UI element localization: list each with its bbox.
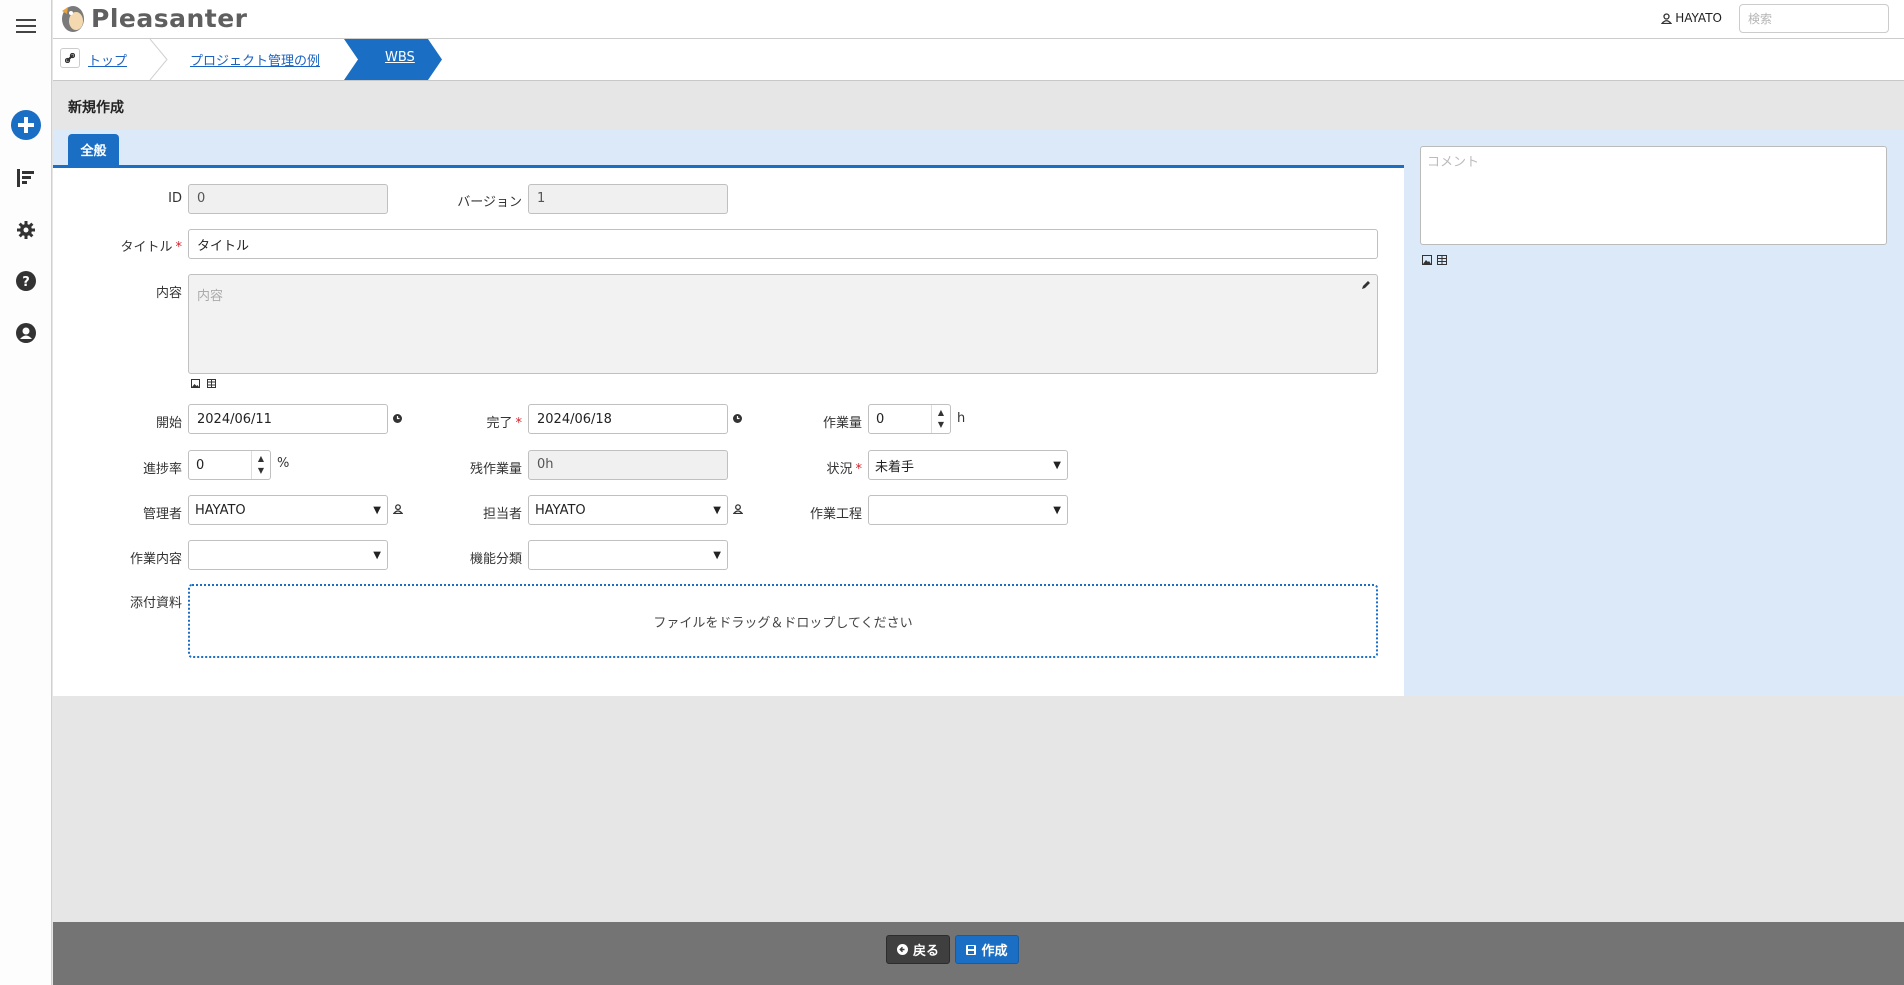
- back-label: 戻る: [912, 944, 939, 959]
- progress-label: 進捗率: [142, 462, 182, 477]
- create-label: 作成: [981, 944, 1008, 959]
- link-icon[interactable]: [60, 48, 80, 68]
- work-content-select[interactable]: ▼: [188, 540, 388, 570]
- progress-stepper[interactable]: 0 ▲ ▼: [188, 450, 271, 480]
- help-icon[interactable]: ?: [11, 266, 41, 296]
- remaining-field: 0h: [528, 450, 728, 480]
- manager-select[interactable]: HAYATO ▼: [188, 495, 388, 525]
- back-arrow-icon: [896, 944, 908, 955]
- comment-panel: [1404, 130, 1904, 696]
- sort-list-icon[interactable]: [11, 163, 41, 193]
- attachments-label: 添付資料: [129, 596, 182, 611]
- menu-icon[interactable]: [11, 11, 41, 41]
- image-icon[interactable]: [1422, 255, 1432, 265]
- status-label: 状況 *: [826, 462, 862, 477]
- chevron-down-icon: ▼: [713, 504, 721, 516]
- manager-label: 管理者: [142, 507, 182, 522]
- breadcrumb-current[interactable]: WBS: [385, 50, 415, 65]
- process-select[interactable]: ▼: [868, 495, 1068, 525]
- start-label: 開始: [155, 416, 182, 431]
- chevron-down-icon: ▼: [1053, 459, 1061, 471]
- svg-text:?: ?: [22, 275, 30, 290]
- gear-icon[interactable]: [11, 215, 41, 245]
- status-select[interactable]: 未着手 ▼: [868, 450, 1068, 480]
- status-value: 未着手: [875, 459, 915, 475]
- content-placeholder: 内容: [197, 289, 224, 304]
- chevron-down-icon: ▼: [373, 504, 381, 516]
- top-header: Pleasanter HAYATO: [53, 0, 1904, 39]
- add-icon[interactable]: [11, 110, 41, 140]
- clock-icon[interactable]: [393, 414, 402, 423]
- file-dropzone[interactable]: ファイルをドラッグ＆ドロップしてください: [188, 584, 1378, 658]
- table-icon[interactable]: [1437, 255, 1447, 265]
- content-label: 内容: [155, 286, 182, 301]
- title-input[interactable]: [188, 229, 1378, 259]
- id-label: ID: [168, 191, 182, 206]
- start-date-input[interactable]: [188, 404, 388, 434]
- app-logo[interactable]: Pleasanter: [59, 3, 248, 33]
- dropzone-text: ファイルをドラッグ＆ドロップしてください: [653, 615, 913, 631]
- comment-input[interactable]: [1420, 146, 1887, 245]
- end-date-input[interactable]: [528, 404, 728, 434]
- breadcrumb-top-link[interactable]: トップ: [88, 50, 127, 69]
- owner-value: HAYATO: [535, 502, 586, 518]
- owner-label: 担当者: [482, 507, 522, 522]
- pleasanter-logo-icon: [62, 6, 84, 32]
- clock-icon[interactable]: [733, 414, 742, 423]
- user-menu[interactable]: HAYATO: [1661, 11, 1722, 25]
- user-account-icon[interactable]: [11, 318, 41, 348]
- user-icon: [1661, 12, 1673, 24]
- workload-label: 作業量: [822, 416, 862, 431]
- progress-unit: %: [277, 456, 290, 471]
- breadcrumb-project-link[interactable]: プロジェクト管理の例: [190, 50, 320, 69]
- image-icon[interactable]: [191, 379, 200, 388]
- page-title: 新規作成: [68, 100, 124, 116]
- id-field: 0: [188, 184, 388, 214]
- save-icon: [966, 944, 977, 955]
- tab-general[interactable]: 全般: [68, 134, 119, 165]
- app-name: Pleasanter: [91, 3, 248, 33]
- stepper-arrows[interactable]: ▲ ▼: [931, 405, 950, 433]
- breadcrumb-separator: [149, 39, 168, 80]
- breadcrumb: トップ プロジェクト管理の例 WBS: [53, 39, 1904, 81]
- manager-value: HAYATO: [195, 502, 246, 518]
- user-name: HAYATO: [1675, 11, 1722, 25]
- chevron-down-icon: ▼: [373, 549, 381, 561]
- process-label: 作業工程: [809, 507, 862, 522]
- remaining-label: 残作業量: [469, 462, 522, 477]
- table-icon[interactable]: [207, 379, 216, 388]
- back-button[interactable]: 戻る: [886, 935, 950, 964]
- work-content-label: 作業内容: [129, 552, 182, 567]
- version-label: バージョン: [457, 195, 522, 210]
- end-label: 完了 *: [486, 416, 522, 431]
- footer-bar: 戻る 作成: [53, 922, 1904, 985]
- function-label: 機能分類: [469, 552, 522, 567]
- user-icon[interactable]: [733, 504, 743, 514]
- left-sidebar: ?: [0, 0, 52, 985]
- chevron-down-icon: ▼: [1053, 504, 1061, 516]
- content-editor[interactable]: 内容: [188, 274, 1378, 374]
- workload-unit: h: [957, 411, 966, 426]
- workload-stepper[interactable]: 0 ▲ ▼: [868, 404, 951, 434]
- user-icon[interactable]: [393, 504, 403, 514]
- create-button[interactable]: 作成: [955, 935, 1019, 964]
- workload-value: 0: [876, 411, 885, 427]
- pencil-icon[interactable]: [1361, 280, 1371, 290]
- owner-select[interactable]: HAYATO ▼: [528, 495, 728, 525]
- search-input[interactable]: [1739, 4, 1889, 33]
- title-label: タイトル *: [120, 240, 182, 255]
- function-select[interactable]: ▼: [528, 540, 728, 570]
- version-field: 1: [528, 184, 728, 214]
- chevron-down-icon: ▼: [713, 549, 721, 561]
- stepper-arrows[interactable]: ▲ ▼: [251, 451, 270, 479]
- progress-value: 0: [196, 457, 205, 473]
